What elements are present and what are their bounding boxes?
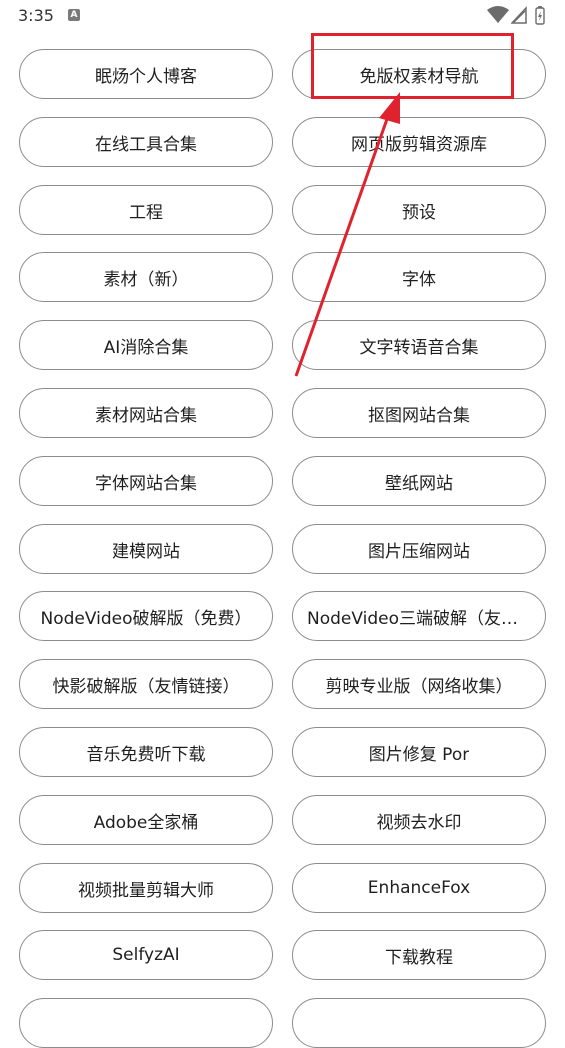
link-grid: 眠炀个人博客 免版权素材导航在线工具合集 网页版剪辑资源库工程 预设素材（新） 字体 AI… — [0, 0, 565, 1048]
link-button[interactable]: 剪映专业版（网络收集） — [292, 659, 546, 709]
link-button[interactable]: 快影破解版（友情链接） — [19, 659, 273, 709]
link-button[interactable]: 在线工具合集 — [19, 117, 273, 167]
link-button-label: 快影破解版（友情链接） — [52, 676, 240, 697]
link-button-label: 免版权素材导航 — [359, 66, 479, 87]
link-button[interactable]: 视频批量剪辑大师 — [19, 863, 273, 913]
link-button[interactable]: 网页版剪辑资源库 — [292, 117, 546, 167]
link-button[interactable] — [19, 998, 273, 1048]
link-button-label: SelfyzAI — [112, 945, 180, 965]
link-button-label: Adobe全家桶 — [93, 812, 199, 833]
link-button[interactable]: 壁纸网站 — [292, 456, 546, 506]
link-button[interactable]: NodeVideo三端破解（友情… — [292, 591, 546, 641]
link-button[interactable]: 图片修复 Por — [292, 727, 546, 777]
link-button-label: AI消除合集 — [103, 337, 189, 358]
link-button[interactable]: 抠图网站合集 — [292, 388, 546, 438]
link-button-label: EnhanceFox — [367, 878, 471, 898]
link-button[interactable]: AI消除合集 — [19, 320, 273, 370]
link-button[interactable]: 素材（新） — [19, 252, 273, 302]
link-button-label: 下载教程 — [385, 947, 453, 968]
link-button[interactable]: 工程 — [19, 185, 273, 235]
link-button[interactable]: 文字转语音合集 — [292, 320, 546, 370]
link-button-label: 网页版剪辑资源库 — [351, 134, 487, 155]
link-button-label: 建模网站 — [112, 541, 180, 562]
link-button-label: NodeVideo破解版（免费） — [40, 608, 252, 629]
link-button[interactable]: 字体网站合集 — [19, 456, 273, 506]
link-button[interactable]: NodeVideo破解版（免费） — [19, 591, 273, 641]
link-button-label: 视频去水印 — [376, 812, 462, 833]
link-button[interactable]: 素材网站合集 — [19, 388, 273, 438]
link-button-label: 图片压缩网站 — [368, 541, 470, 562]
link-button[interactable]: 眠炀个人博客 — [19, 49, 273, 99]
link-button[interactable]: 免版权素材导航 — [292, 49, 546, 99]
link-button[interactable]: 音乐免费听下载 — [19, 727, 273, 777]
link-button-label: NodeVideo三端破解（友情… — [307, 608, 531, 629]
link-button[interactable]: 下载教程 — [292, 930, 546, 980]
link-button[interactable]: 字体 — [292, 252, 546, 302]
link-button-label: 抠图网站合集 — [368, 405, 470, 426]
link-button[interactable]: 预设 — [292, 185, 546, 235]
link-button-label: 工程 — [129, 202, 163, 223]
link-button[interactable]: 图片压缩网站 — [292, 524, 546, 574]
link-button-label: 字体 — [402, 269, 436, 290]
link-button[interactable]: 视频去水印 — [292, 795, 546, 845]
link-button[interactable]: EnhanceFox — [292, 863, 546, 913]
link-button[interactable]: Adobe全家桶 — [19, 795, 273, 845]
link-button-label: 图片修复 Por — [368, 744, 470, 765]
link-button-label: 剪映专业版（网络收集） — [325, 676, 513, 697]
link-button-label: 字体网站合集 — [95, 473, 197, 494]
link-button-label: 预设 — [402, 202, 436, 223]
link-button-label: 在线工具合集 — [95, 134, 197, 155]
link-button[interactable]: SelfyzAI — [19, 930, 273, 980]
link-button-label: 文字转语音合集 — [359, 337, 479, 358]
link-button-label: 素材网站合集 — [95, 405, 197, 426]
link-button[interactable] — [292, 998, 546, 1048]
link-button-label: 壁纸网站 — [385, 473, 453, 494]
link-button-label: 眠炀个人博客 — [95, 66, 197, 87]
link-button[interactable]: 建模网站 — [19, 524, 273, 574]
link-button-label: 素材（新） — [103, 269, 189, 290]
link-button-label: 音乐免费听下载 — [86, 744, 206, 765]
link-button-label: 视频批量剪辑大师 — [78, 880, 214, 901]
